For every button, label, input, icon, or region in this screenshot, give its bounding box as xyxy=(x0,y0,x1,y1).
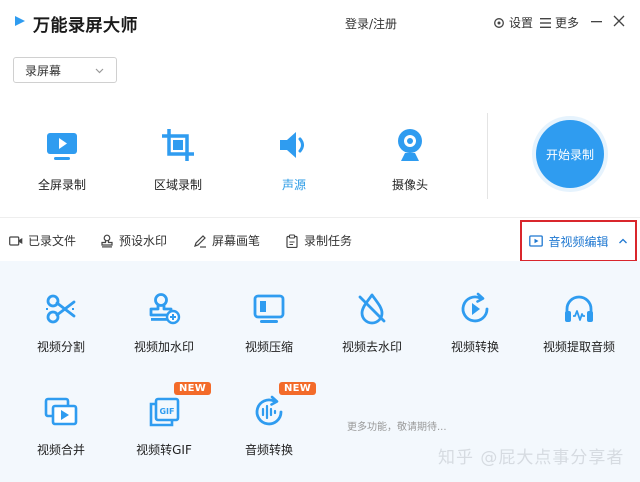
feature-label: 视频转GIF xyxy=(136,443,192,457)
video-merge-feature[interactable]: 视频合并 xyxy=(11,395,111,458)
clipboard-icon xyxy=(286,233,298,248)
tool-label: 预设水印 xyxy=(119,234,168,248)
webcam-icon xyxy=(398,129,422,161)
stamp-icon xyxy=(149,293,181,325)
region-record-option[interactable]: 区域录制 xyxy=(133,125,223,193)
av-edit-panel: 视频分割 视频加水印 视频压缩 视频去水印 视频转换 视频提取音频 视频合并 N… xyxy=(0,261,640,482)
play-triangle-icon xyxy=(15,16,25,26)
tool-label: 已录文件 xyxy=(28,234,77,248)
audio-convert-icon xyxy=(255,395,283,426)
video-add-watermark-feature[interactable]: 视频加水印 xyxy=(114,292,214,355)
recorded-files-button[interactable]: 已录文件 xyxy=(9,232,76,249)
feature-label: 视频压缩 xyxy=(244,340,293,354)
feature-label: 音频转换 xyxy=(244,443,293,457)
feature-label: 视频去水印 xyxy=(341,340,402,354)
fullscreen-record-option[interactable]: 全屏录制 xyxy=(17,125,107,193)
audio-convert-feature[interactable]: NEW 音频转换 xyxy=(219,382,319,458)
settings-label: 设置 xyxy=(509,16,534,30)
app-title: 万能录屏大师 xyxy=(33,16,138,36)
new-badge: NEW xyxy=(174,382,212,395)
tool-label: 屏幕画笔 xyxy=(212,234,261,248)
video-file-icon xyxy=(9,235,23,246)
tool-label: 录制任务 xyxy=(304,234,353,248)
gif-icon-text: GIF xyxy=(159,407,174,416)
record-mode-label: 声源 xyxy=(281,178,306,192)
feature-label: 视频分割 xyxy=(36,340,85,354)
compress-icon xyxy=(253,294,285,323)
video-frame-icon xyxy=(529,235,544,247)
record-mode-select[interactable]: 录屏幕 xyxy=(13,57,117,83)
video-extract-audio-feature[interactable]: 视频提取音频 xyxy=(529,292,629,355)
record-mode-label: 摄像头 xyxy=(391,178,428,192)
chevron-up-icon xyxy=(618,238,627,244)
vertical-divider xyxy=(487,113,488,199)
webcam-option[interactable]: 摄像头 xyxy=(365,125,455,193)
preset-watermark-button[interactable]: 预设水印 xyxy=(100,232,167,249)
record-mode-value: 录屏幕 xyxy=(25,63,62,78)
chevron-down-icon xyxy=(95,68,104,74)
av-edit-label: 音视频编辑 xyxy=(548,234,609,249)
record-mode-label: 全屏录制 xyxy=(37,178,86,192)
record-tasks-button[interactable]: 录制任务 xyxy=(285,232,352,249)
more-features-note: 更多功能，敬请期待... xyxy=(347,422,447,433)
pen-icon xyxy=(194,234,206,248)
new-badge: NEW xyxy=(279,382,317,395)
drop-remove-icon xyxy=(358,293,386,325)
merge-video-icon xyxy=(44,397,78,426)
start-record-button[interactable]: 开始录制 xyxy=(536,120,604,188)
video-to-gif-feature[interactable]: NEW GIF 视频转GIF xyxy=(114,382,214,458)
more-label: 更多 xyxy=(555,16,580,30)
record-mode-label: 区域录制 xyxy=(153,178,202,192)
close-icon[interactable] xyxy=(612,14,626,28)
video-remove-watermark-feature[interactable]: 视频去水印 xyxy=(322,292,422,355)
video-split-feature[interactable]: 视频分割 xyxy=(11,292,111,355)
login-register-link[interactable]: 登录/注册 xyxy=(345,15,397,32)
av-edit-tab[interactable]: 音视频编辑 xyxy=(520,220,637,262)
audio-source-option[interactable]: 声源 xyxy=(249,125,339,193)
stamp-outline-icon xyxy=(101,234,113,247)
watermark-text: 知乎 @屁大点事分享者 xyxy=(438,448,625,468)
monitor-play-icon xyxy=(47,133,77,160)
feature-label: 视频合并 xyxy=(36,443,85,457)
scissors-icon xyxy=(46,294,76,324)
feature-label: 视频提取音频 xyxy=(542,340,615,354)
speaker-icon xyxy=(280,132,304,158)
screen-brush-button[interactable]: 屏幕画笔 xyxy=(193,232,260,249)
gif-icon: GIF xyxy=(149,397,180,427)
feature-label: 视频转换 xyxy=(450,340,499,354)
gear-icon xyxy=(494,17,504,28)
crop-region-icon xyxy=(162,129,194,161)
minimize-icon[interactable] xyxy=(590,14,604,28)
feature-label: 视频加水印 xyxy=(133,340,194,354)
convert-play-icon xyxy=(461,292,489,323)
settings-button[interactable]: 设置 xyxy=(493,14,533,31)
video-convert-feature[interactable]: 视频转换 xyxy=(425,292,525,355)
title-bar: 万能录屏大师 登录/注册 设置 更多 xyxy=(0,0,640,46)
menu-icon xyxy=(540,17,551,28)
more-menu-button[interactable]: 更多 xyxy=(540,14,579,31)
headphones-icon xyxy=(565,295,593,322)
video-compress-feature[interactable]: 视频压缩 xyxy=(219,292,319,355)
